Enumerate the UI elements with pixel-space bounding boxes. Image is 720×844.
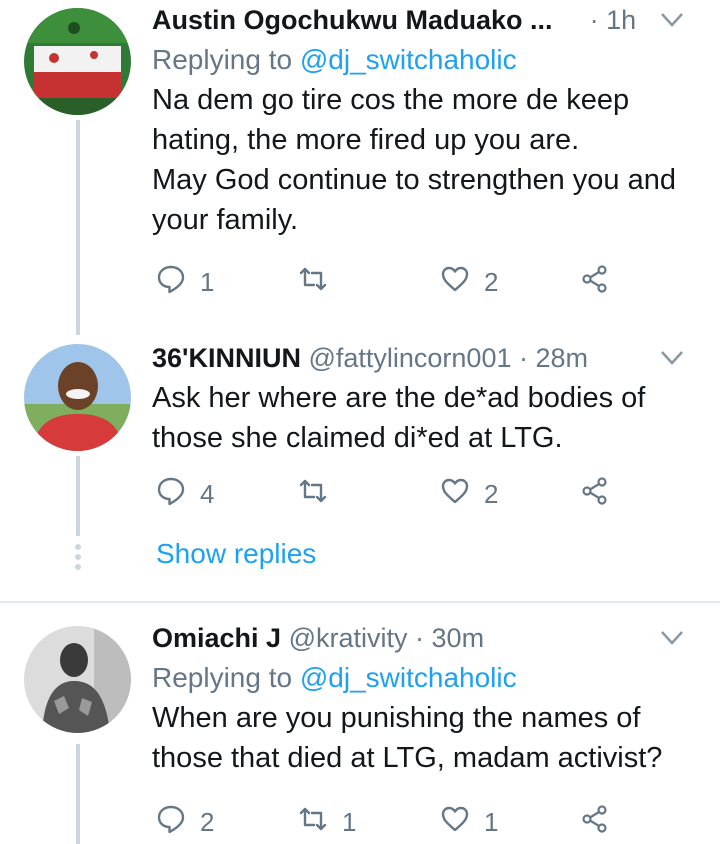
tweet[interactable]: Austin Ogochukwu Maduako ... · 1h Replyi… — [0, 0, 720, 335]
tweet-text-line: your family. — [152, 204, 299, 236]
reply-button[interactable]: 2 — [156, 802, 214, 842]
thread-line — [76, 120, 80, 335]
display-name[interactable]: Omiachi J — [152, 623, 281, 653]
replying-to-prefix: Replying to — [152, 662, 300, 693]
chevron-down-icon[interactable] — [652, 0, 692, 40]
retweet-icon — [298, 264, 328, 301]
share-icon — [580, 804, 610, 841]
share-button[interactable] — [580, 262, 610, 302]
tweet[interactable]: Omiachi J @krativity · 30m Replying to @… — [0, 616, 720, 844]
replying-to: Replying to @dj_switchaholic — [152, 658, 700, 698]
timestamp[interactable]: 30m — [432, 623, 485, 653]
avatar[interactable] — [24, 344, 131, 451]
tweet-text: Na dem go tire cos the more de keep hati… — [152, 80, 700, 240]
action-bar: 2 1 1 — [156, 802, 676, 842]
like-count: 2 — [484, 266, 499, 297]
tweet-header: Omiachi J @krativity · 30m — [152, 618, 700, 658]
show-replies-link[interactable]: Show replies — [156, 538, 316, 570]
avatar[interactable] — [24, 8, 131, 115]
share-button[interactable] — [580, 802, 610, 842]
replying-to-mention[interactable]: @dj_switchaholic — [300, 662, 517, 693]
reply-icon — [156, 264, 186, 301]
reply-icon — [156, 804, 186, 841]
tweet-text-line: those she claimed di*ed at LTG. — [152, 422, 563, 454]
like-button[interactable]: 1 — [440, 802, 498, 842]
tweet-text-line: Ask her where are the de*ad bodies of — [152, 382, 646, 414]
thread-line — [76, 744, 80, 844]
username[interactable]: @fattylincorn001 — [308, 343, 511, 373]
share-icon — [580, 476, 610, 513]
replying-to-prefix: Replying to — [152, 44, 300, 75]
tweet-header: Austin Ogochukwu Maduako ... · 1h — [152, 0, 700, 40]
chevron-down-icon[interactable] — [652, 338, 692, 378]
tweet-text: When are you punishing the names of thos… — [152, 698, 700, 778]
reply-button[interactable]: 1 — [156, 262, 214, 302]
tweet-header: 36'KINNIUN @fattylincorn001 · 28m — [152, 338, 700, 378]
tweet-text: Ask her where are the de*ad bodies of th… — [152, 378, 700, 458]
retweet-button[interactable]: 1 — [298, 802, 356, 842]
action-bar: 1 2 — [156, 262, 676, 302]
separator-dot: · — [589, 5, 599, 35]
retweet-button[interactable] — [298, 474, 342, 514]
retweet-button[interactable] — [298, 262, 342, 302]
separator-dot: · — [519, 343, 528, 373]
timestamp[interactable]: 28m — [536, 343, 589, 373]
action-bar: 4 2 — [156, 474, 676, 514]
like-count: 2 — [484, 478, 499, 509]
reply-button[interactable]: 4 — [156, 474, 214, 514]
username[interactable]: @krativity — [289, 623, 408, 653]
separator-dot: · — [415, 623, 425, 653]
reply-icon — [156, 476, 186, 513]
thread-more-dots — [74, 544, 82, 574]
tweet-text-line: Na dem go tire cos the more de keep — [152, 84, 630, 116]
replying-to: Replying to @dj_switchaholic — [152, 40, 700, 80]
chevron-down-icon[interactable] — [652, 618, 692, 658]
tweet-text-line: When are you punishing the names of — [152, 702, 641, 734]
tweet[interactable]: 36'KINNIUN @fattylincorn001 · 28m Ask he… — [0, 336, 720, 586]
retweet-icon — [298, 804, 328, 841]
like-icon — [440, 264, 470, 301]
share-icon — [580, 264, 610, 301]
timestamp[interactable]: 1h — [606, 5, 636, 35]
tweet-text-line: hating, the more fired up you are. — [152, 124, 580, 156]
tweet-text-line: those that died at LTG, madam activist? — [152, 742, 663, 774]
divider — [0, 601, 720, 603]
reply-count: 1 — [200, 266, 215, 297]
share-button[interactable] — [580, 474, 610, 514]
like-icon — [440, 804, 470, 841]
tweet-text-line: May God continue to strengthen you and — [152, 164, 676, 196]
like-icon — [440, 476, 470, 513]
avatar[interactable] — [24, 626, 131, 733]
reply-count: 4 — [200, 478, 215, 509]
display-name[interactable]: Austin Ogochukwu Maduako ... — [152, 5, 553, 35]
thread-line — [76, 456, 80, 536]
like-button[interactable]: 2 — [440, 262, 498, 302]
display-name[interactable]: 36'KINNIUN — [152, 343, 301, 373]
like-button[interactable]: 2 — [440, 474, 498, 514]
retweet-icon — [298, 476, 328, 513]
replying-to-mention[interactable]: @dj_switchaholic — [300, 44, 517, 75]
